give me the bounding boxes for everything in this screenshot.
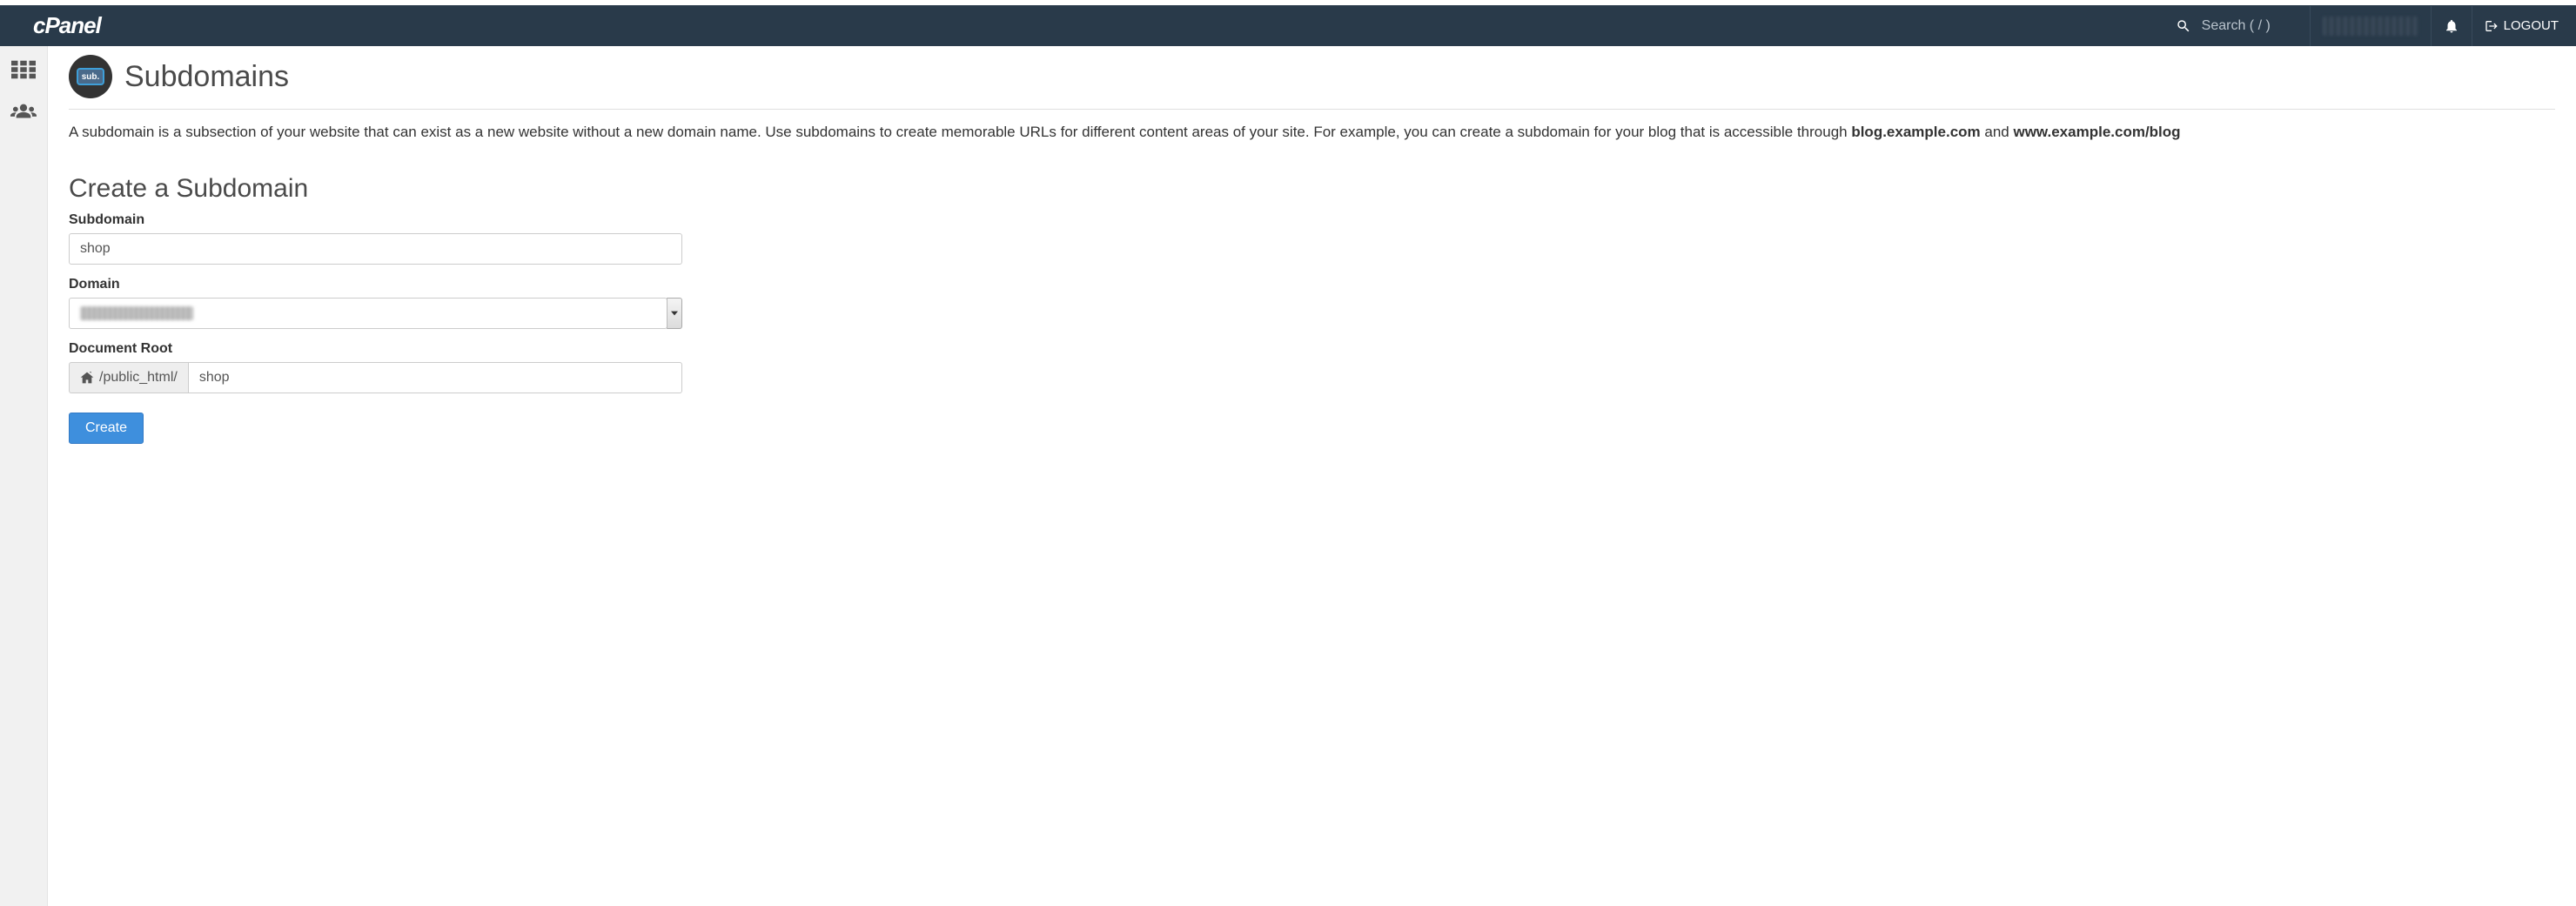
main-content: sub. Subdomains A subdomain is a subsect…: [48, 46, 2576, 906]
logout-button[interactable]: LOGOUT: [2485, 18, 2559, 33]
sidebar-item-users[interactable]: [10, 100, 37, 123]
search-input[interactable]: [2202, 18, 2298, 34]
domain-label: Domain: [69, 277, 682, 292]
domain-selected-value: [80, 306, 193, 320]
description-and: and: [1981, 124, 2014, 140]
user-account-label[interactable]: [2323, 17, 2418, 36]
description-text-1: A subdomain is a subsection of your webs…: [69, 124, 1851, 140]
sidebar: [0, 46, 48, 906]
logo[interactable]: cPanel: [33, 12, 101, 39]
docroot-input[interactable]: [188, 362, 682, 393]
home-icon: [80, 372, 94, 384]
logout-label: LOGOUT: [2504, 18, 2559, 33]
create-subdomain-title: Create a Subdomain: [69, 174, 2555, 204]
logo-text: cPanel: [33, 12, 101, 38]
header-divider: [2310, 6, 2311, 46]
subdomain-icon: sub.: [77, 68, 104, 85]
chevron-down-icon: [671, 311, 678, 316]
bell-icon: [2444, 17, 2459, 35]
docroot-label: Document Root: [69, 341, 682, 357]
create-button[interactable]: Create: [69, 413, 144, 444]
domain-select[interactable]: [69, 298, 682, 329]
header-divider: [2431, 6, 2432, 46]
grid-icon: [11, 60, 36, 79]
search-wrap[interactable]: [2176, 18, 2298, 34]
page-title: Subdomains: [124, 60, 289, 94]
domain-select-toggle[interactable]: [667, 298, 682, 329]
search-icon: [2176, 18, 2191, 34]
notifications-button[interactable]: [2444, 17, 2459, 35]
page-header: sub. Subdomains: [69, 55, 2555, 110]
page-feature-icon: sub.: [69, 55, 112, 98]
subdomain-input[interactable]: [69, 233, 682, 265]
description-bold1: blog.example.com: [1851, 124, 1980, 140]
logout-icon: [2485, 19, 2499, 33]
users-icon: [10, 102, 37, 121]
docroot-input-group: /public_html/: [69, 362, 682, 393]
header-bar: cPanel LOGOUT: [0, 5, 2576, 46]
form-group-subdomain: Subdomain: [69, 212, 682, 265]
sidebar-item-apps[interactable]: [10, 58, 37, 81]
description-bold2: www.example.com/blog: [2013, 124, 2180, 140]
docroot-prefix-text: /public_html/: [99, 370, 178, 386]
subdomain-label: Subdomain: [69, 212, 682, 228]
docroot-prefix: /public_html/: [69, 362, 188, 393]
form-group-domain: Domain: [69, 277, 682, 329]
form-group-docroot: Document Root /public_html/: [69, 341, 682, 393]
domain-select-display: [69, 298, 667, 329]
page-body: sub. Subdomains A subdomain is a subsect…: [0, 46, 2576, 906]
page-description: A subdomain is a subsection of your webs…: [69, 122, 2555, 143]
